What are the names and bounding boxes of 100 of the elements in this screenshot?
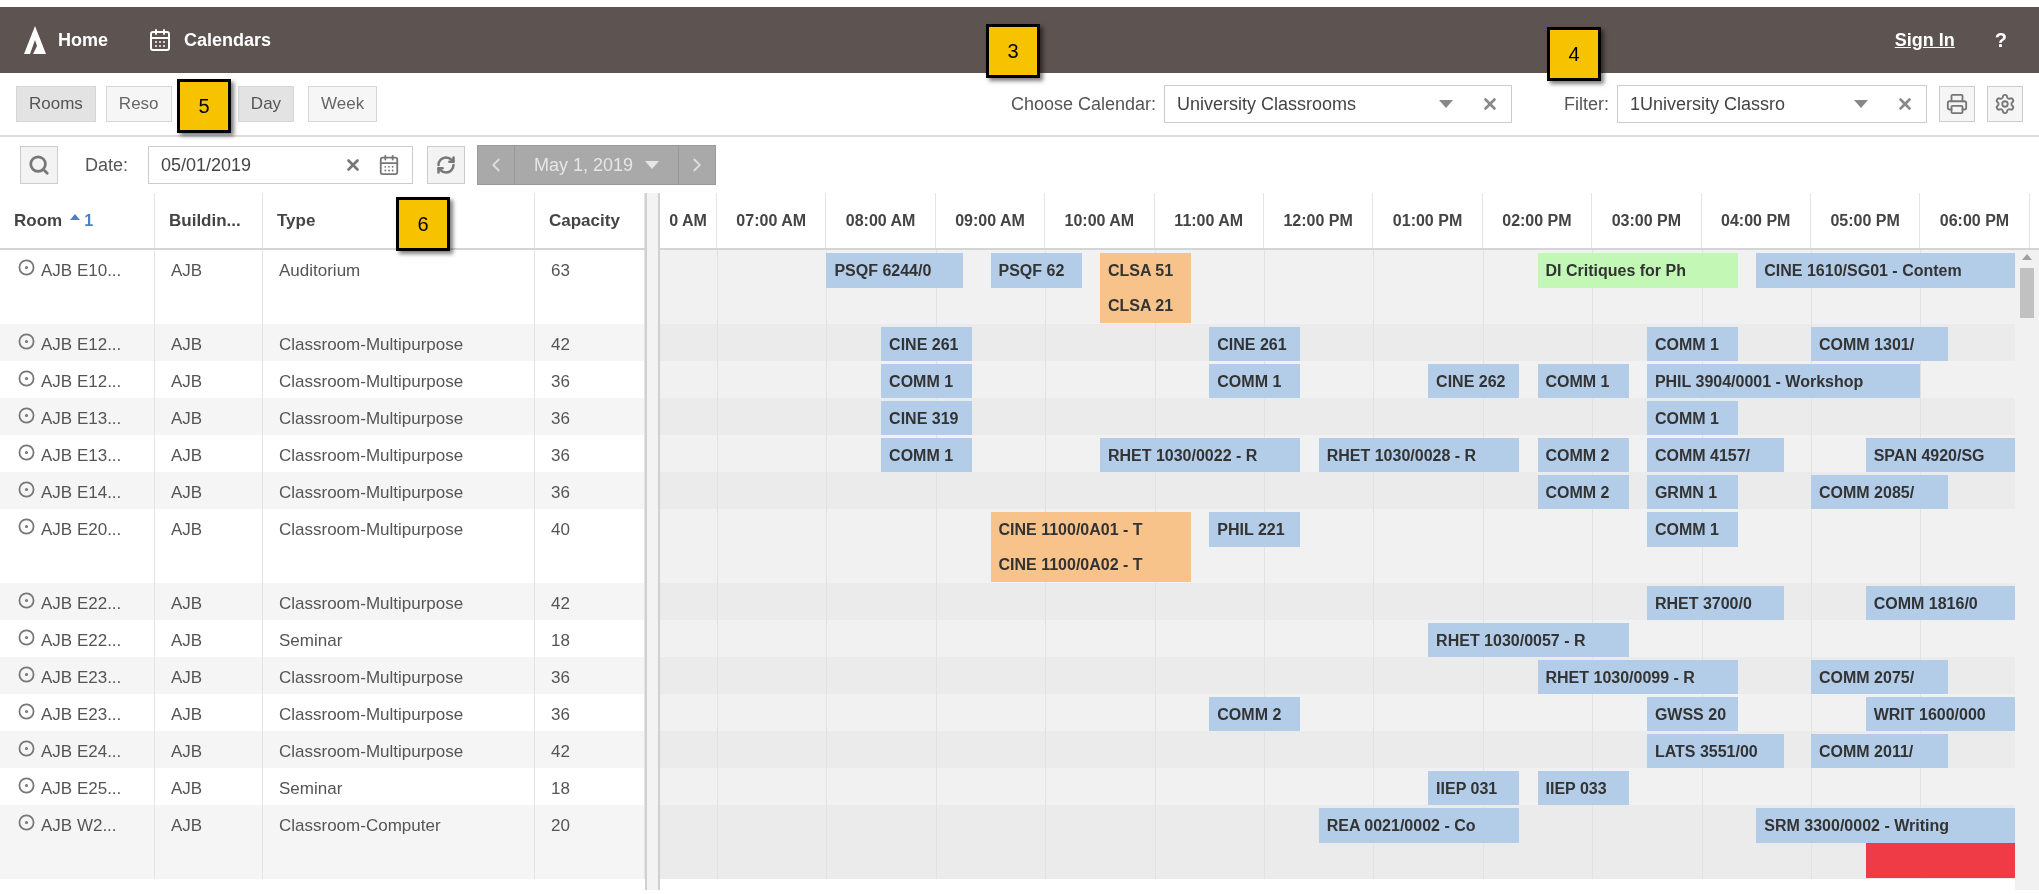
scroll-up-icon[interactable] <box>2022 254 2032 260</box>
table-cell: Classroom-Multipurpose <box>279 335 464 354</box>
room-target-icon[interactable] <box>18 666 35 683</box>
event-block[interactable]: COMM 1 <box>1209 364 1301 399</box>
event-block[interactable]: CINE 1610/SG01 - Contem <box>1756 253 2015 288</box>
event-block[interactable]: IIEP 033 <box>1537 771 1629 806</box>
event-block[interactable]: PHIL 221 <box>1209 512 1301 547</box>
room-name[interactable]: AJB W2... <box>41 813 117 839</box>
calendar-icon[interactable] <box>378 154 401 176</box>
refresh-button[interactable] <box>427 146 466 184</box>
clear-icon[interactable] <box>1481 95 1499 113</box>
room-name[interactable]: AJB E23... <box>41 702 122 728</box>
room-target-icon[interactable] <box>18 777 35 794</box>
event-block[interactable]: CINE 261 <box>881 327 973 362</box>
event-block[interactable]: CLSA 51 <box>1099 253 1192 288</box>
caret-down-icon <box>1439 100 1453 108</box>
event-block[interactable]: COMM 1301/ <box>1811 327 1948 362</box>
dropdown-field[interactable]: 1University Classro <box>1617 85 1927 123</box>
room-target-icon[interactable] <box>18 740 35 757</box>
event-block[interactable]: COMM 1 <box>1537 364 1629 399</box>
event-block[interactable]: COMM 2 <box>1537 475 1629 510</box>
next-day-button[interactable] <box>678 145 717 185</box>
room-target-icon[interactable] <box>18 333 35 350</box>
help-link[interactable]: ? <box>1994 25 2007 55</box>
event-block[interactable]: RHET 1030/0057 - R <box>1428 623 1629 658</box>
column-header[interactable]: Buildin... <box>169 207 241 234</box>
sign-in-link[interactable]: Sign In <box>1894 26 1955 54</box>
event-block[interactable]: GRMN 1 <box>1646 475 1739 510</box>
room-target-icon[interactable] <box>18 407 35 424</box>
event-block[interactable]: CINE 261 <box>1209 327 1301 362</box>
view-tab[interactable]: Reso <box>105 86 172 122</box>
room-name[interactable]: AJB E22... <box>41 628 122 654</box>
event-block[interactable]: PSQF 6244/0 <box>826 253 964 288</box>
room-name[interactable]: AJB E10... <box>41 258 122 284</box>
event-block[interactable]: COMM 2075/ <box>1811 660 1948 695</box>
column-header[interactable]: Room <box>14 207 63 234</box>
event-block[interactable]: CINE 1100/0A01 - T <box>990 512 1192 547</box>
event-block[interactable]: RHET 1030/0099 - R <box>1537 660 1739 695</box>
room-name[interactable]: AJB E12... <box>41 332 122 358</box>
event-block[interactable]: COMM 2 <box>1537 438 1629 473</box>
event-block[interactable]: COMM 2085/ <box>1811 475 1948 510</box>
clear-icon[interactable] <box>1896 95 1914 113</box>
nav-link[interactable]: Calendars <box>148 26 272 54</box>
room-target-icon[interactable] <box>18 370 35 387</box>
event-block[interactable]: WRIT 1600/000 <box>1865 697 2015 732</box>
event-block[interactable]: CINE 262 <box>1428 364 1520 399</box>
event-block[interactable]: IIEP 031 <box>1428 771 1520 806</box>
room-target-icon[interactable] <box>18 518 35 535</box>
view-tab[interactable]: Rooms <box>16 86 96 122</box>
view-tab[interactable]: Day <box>237 86 295 122</box>
room-name[interactable]: AJB E24... <box>41 739 122 765</box>
event-block[interactable]: COMM 1 <box>881 364 973 399</box>
room-target-icon[interactable] <box>18 592 35 609</box>
date-field[interactable]: 05/01/2019 <box>148 146 414 184</box>
settings-button[interactable] <box>1987 86 2023 122</box>
event-block[interactable]: COMM 4157/ <box>1646 438 1784 473</box>
event-block[interactable]: COMM 1 <box>1646 401 1739 436</box>
event-block[interactable]: COMM 1 <box>1646 512 1739 547</box>
room-name[interactable]: AJB E22... <box>41 591 122 617</box>
column-header[interactable]: Capacity <box>549 207 620 234</box>
room-target-icon[interactable] <box>18 814 35 831</box>
event-block[interactable]: RHET 1030/0022 - R <box>1099 438 1301 473</box>
event-block[interactable]: COMM 2 <box>1209 697 1301 732</box>
event-block[interactable]: GWSS 20 <box>1646 697 1739 732</box>
event-block[interactable]: RHET 3700/0 <box>1646 586 1784 621</box>
event-block[interactable]: RHET 1030/0028 - R <box>1318 438 1520 473</box>
scrollbar[interactable] <box>2015 250 2039 890</box>
room-target-icon[interactable] <box>18 444 35 461</box>
room-name[interactable]: AJB E12... <box>41 369 122 395</box>
event-block[interactable]: COMM 2011/ <box>1811 734 1948 769</box>
event-block[interactable]: SPAN 4920/SG <box>1865 438 2015 473</box>
scrollbar-thumb[interactable] <box>2020 268 2034 318</box>
event-block[interactable]: PSQF 62 <box>990 253 1082 288</box>
room-name[interactable]: AJB E13... <box>41 443 122 469</box>
event-block[interactable]: CLSA 21 <box>1099 288 1192 323</box>
event-block[interactable]: COMM 1 <box>1646 327 1739 362</box>
room-name[interactable]: AJB E14... <box>41 480 122 506</box>
nav-link[interactable]: Home <box>24 26 108 54</box>
search-button[interactable] <box>20 146 58 184</box>
event-block[interactable]: SRM 3300/0002 - Writing <box>1756 808 2015 843</box>
event-block[interactable]: PHIL 3904/0001 - Workshop <box>1646 364 1921 399</box>
dropdown-field[interactable]: University Classrooms <box>1164 85 1512 123</box>
event-block[interactable]: DI Critiques for Ph <box>1537 253 1739 288</box>
event-block[interactable]: LATS 3551/00 <box>1646 734 1784 769</box>
room-target-icon[interactable] <box>18 629 35 646</box>
room-target-icon[interactable] <box>18 481 35 498</box>
room-name[interactable]: AJB E23... <box>41 665 122 691</box>
room-target-icon[interactable] <box>18 259 35 276</box>
event-block[interactable]: REA 0021/0002 - Co <box>1318 808 1520 843</box>
room-name[interactable]: AJB E25... <box>41 776 122 802</box>
view-tab[interactable]: Week <box>308 86 378 122</box>
room-name[interactable]: AJB E13... <box>41 406 122 432</box>
room-target-icon[interactable] <box>18 703 35 720</box>
column-header[interactable]: Type <box>277 207 316 234</box>
print-button[interactable] <box>1939 86 1975 122</box>
event-block[interactable]: COMM 1816/0 <box>1865 586 2015 621</box>
room-name[interactable]: AJB E20... <box>41 517 122 543</box>
event-block[interactable]: CINE 1100/0A02 - T <box>990 547 1192 582</box>
event-block[interactable]: CINE 319 <box>881 401 973 436</box>
event-block[interactable]: COMM 1 <box>881 438 973 473</box>
